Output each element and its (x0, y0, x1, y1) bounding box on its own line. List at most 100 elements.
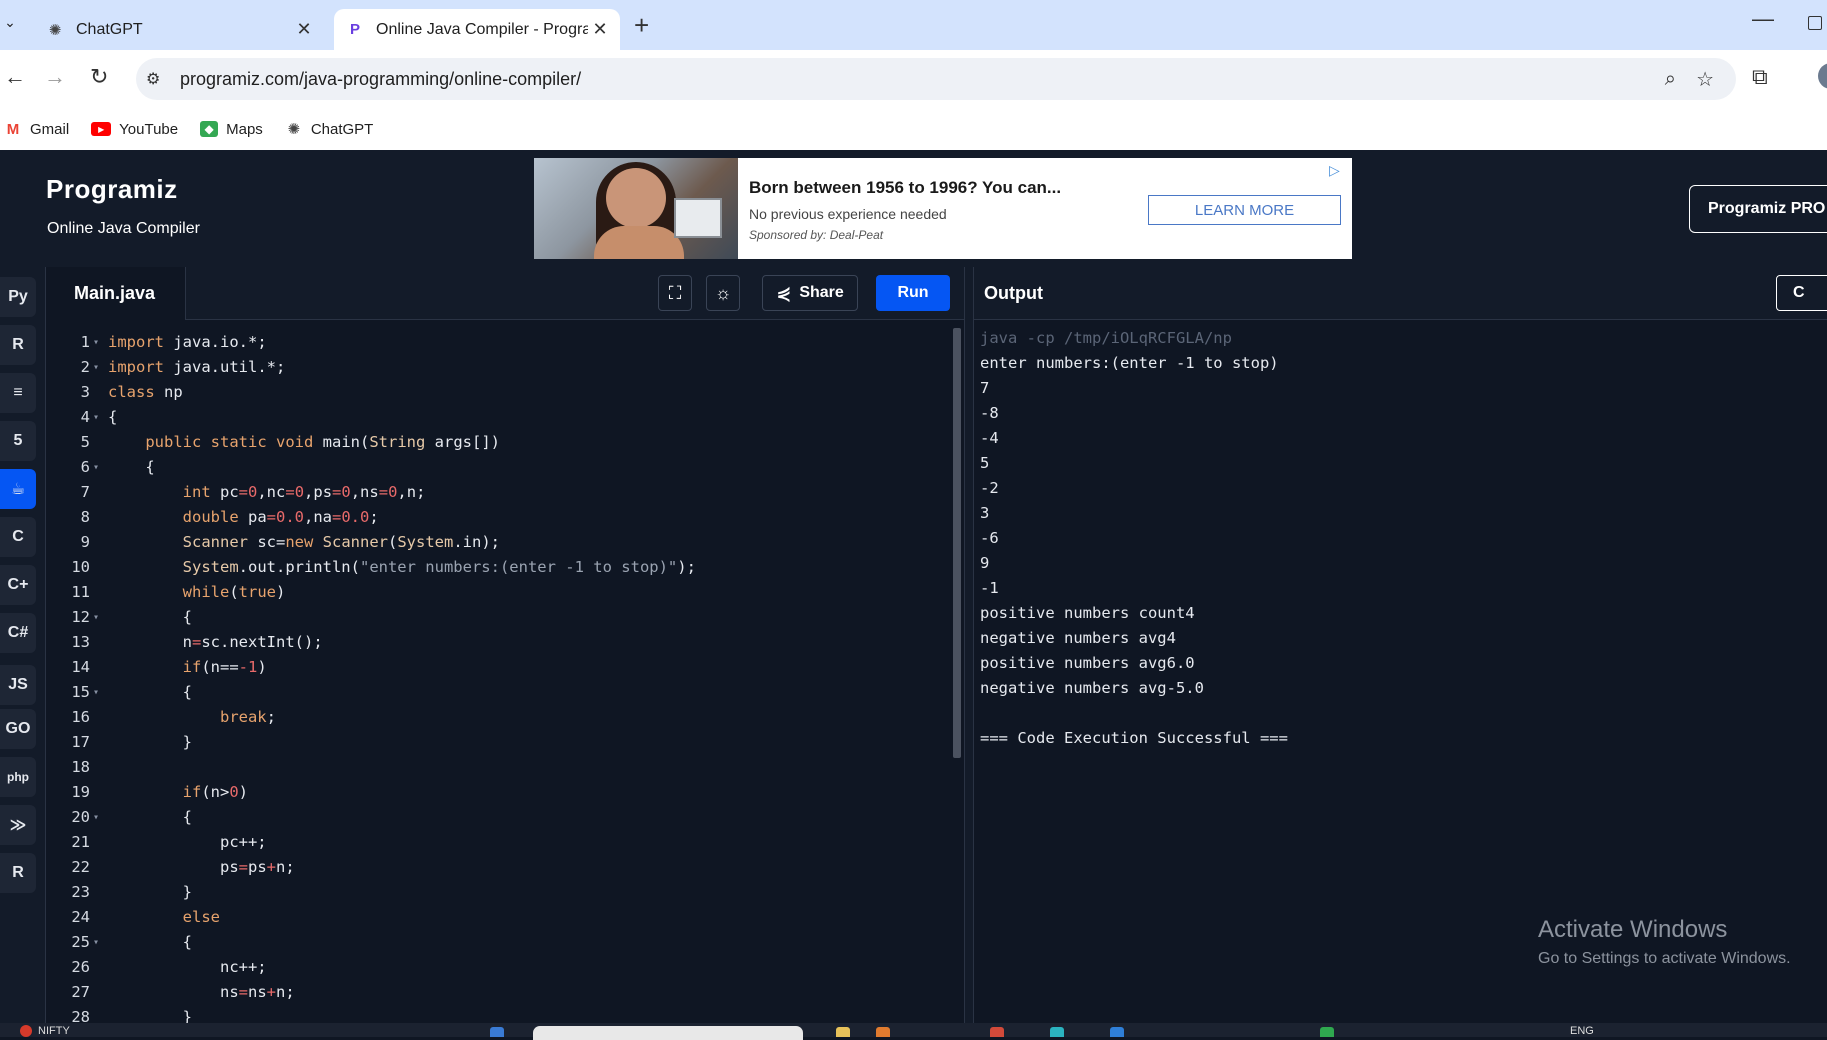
code-line[interactable]: 16 break; (46, 705, 974, 730)
code-line[interactable]: 22 ps=ps+n; (46, 855, 974, 880)
language-sql-icon[interactable]: ≡ (0, 373, 36, 413)
code-editor[interactable]: 1 ▾ import java.io.*; 2 ▾ import java.util.*;… (46, 320, 974, 1023)
code-line[interactable]: 2 ▾ import java.util.*; (46, 355, 974, 380)
taskbar-app-icon[interactable] (1320, 1027, 1334, 1037)
language-python-icon[interactable]: Py (0, 277, 36, 317)
ad-title[interactable]: Born between 1956 to 1996? You can... (749, 178, 1061, 198)
code-line[interactable]: 1 ▾ import java.io.*; (46, 330, 974, 355)
programiz-pro-button[interactable]: Programiz PRO (1689, 185, 1827, 233)
code-line[interactable]: 19 if(n>0) (46, 780, 974, 805)
code-line[interactable]: 18 (46, 755, 974, 780)
language-r-icon[interactable]: R (0, 325, 36, 365)
taskbar-search-box[interactable] (533, 1026, 803, 1040)
code-line[interactable]: 9 Scanner sc=new Scanner(System.in); (46, 530, 974, 555)
code-line[interactable]: 26 nc++; (46, 955, 974, 980)
code-line[interactable]: 23 } (46, 880, 974, 905)
bookmark-star-icon[interactable]: ☆ (1696, 67, 1714, 92)
language-go-icon[interactable]: GO (0, 709, 36, 749)
browser-tab-chatgpt[interactable]: ✺ ChatGPT ✕ (34, 9, 324, 50)
language-java-icon[interactable]: ☕ (0, 469, 36, 509)
reload-icon[interactable]: ↻ (90, 64, 108, 90)
bookmark-chatgpt[interactable]: ✺ ChatGPT (285, 121, 374, 139)
minimize-window-icon[interactable]: — (1752, 6, 1774, 32)
line-number: 25 (71, 933, 90, 951)
browser-tab-programiz[interactable]: P Online Java Compiler - Program ✕ (334, 9, 620, 50)
taskbar-app-icon[interactable] (1110, 1027, 1124, 1037)
code-line[interactable]: 11 while(true) (46, 580, 974, 605)
fold-chevron-icon[interactable]: ▾ (93, 355, 99, 380)
code-line[interactable]: 17 } (46, 730, 974, 755)
fold-chevron-icon[interactable]: ▾ (93, 805, 99, 830)
code-line[interactable]: 8 double pa=0.0,na=0.0; (46, 505, 974, 530)
code-line[interactable]: 21 pc++; (46, 830, 974, 855)
bookmark-youtube[interactable]: ▶ YouTube (91, 121, 178, 138)
fold-chevron-icon[interactable]: ▾ (93, 330, 99, 355)
profile-avatar[interactable] (1818, 63, 1827, 89)
zoom-icon[interactable]: ⌕ (1665, 68, 1676, 91)
taskbar-app-icon[interactable] (876, 1027, 890, 1037)
code-line[interactable]: 13 n=sc.nextInt(); (46, 630, 974, 655)
maximize-window-icon[interactable] (1808, 16, 1822, 30)
bookmark-maps[interactable]: ◆ Maps (200, 121, 263, 138)
adchoices-icon[interactable]: ▷ (1329, 162, 1340, 179)
fold-chevron-icon[interactable]: ▾ (93, 930, 99, 955)
language-indicator[interactable]: ENG (1570, 1025, 1594, 1037)
language-swift-icon[interactable]: ≫ (0, 805, 36, 845)
url-text[interactable]: programiz.com/java-programming/online-co… (180, 69, 581, 90)
code-line[interactable]: 20 ▾ { (46, 805, 974, 830)
share-button[interactable]: ⋞ Share (762, 275, 858, 311)
extensions-icon[interactable]: ⧉ (1752, 64, 1768, 90)
language-rust-icon[interactable]: R (0, 853, 36, 893)
clear-button[interactable]: C (1776, 275, 1827, 311)
programiz-logo[interactable]: Programiz (46, 174, 178, 205)
code-line[interactable]: 6 ▾ { (46, 455, 974, 480)
fold-chevron-icon[interactable]: ▾ (93, 605, 99, 630)
code-line[interactable]: 24 else (46, 905, 974, 930)
edge-icon[interactable] (1050, 1027, 1064, 1037)
fold-chevron-icon[interactable]: ▾ (93, 405, 99, 430)
code-line[interactable]: 14 if(n==-1) (46, 655, 974, 680)
language-php-icon[interactable]: php (0, 757, 36, 797)
taskbar-news-widget[interactable]: NIFTY (20, 1025, 70, 1037)
chrome-icon[interactable] (990, 1027, 1004, 1037)
run-button[interactable]: Run (876, 275, 950, 311)
forward-arrow-icon[interactable]: → (44, 64, 66, 90)
code-line[interactable]: 7 int pc=0,nc=0,ps=0,ns=0,n; (46, 480, 974, 505)
code-line[interactable]: 27 ns=ns+n; (46, 980, 974, 1005)
code-line[interactable]: 10 System.out.println("enter numbers:(en… (46, 555, 974, 580)
editor-scrollbar[interactable] (953, 328, 961, 758)
code-line[interactable]: 12 ▾ { (46, 605, 974, 630)
close-tab-icon[interactable]: ✕ (588, 19, 612, 40)
file-tab-main-java[interactable]: Main.java (46, 267, 186, 320)
fold-chevron-icon[interactable]: ▾ (93, 455, 99, 480)
fold-chevron-icon[interactable]: ▾ (93, 680, 99, 705)
fullscreen-icon[interactable]: ⛶ (658, 275, 692, 311)
close-tab-icon[interactable]: ✕ (292, 19, 316, 40)
file-explorer-icon[interactable] (836, 1027, 850, 1037)
code-line[interactable]: 5 public static void main(String args[]) (46, 430, 974, 455)
start-icon[interactable] (490, 1027, 504, 1037)
back-arrow-icon[interactable]: ← (4, 64, 26, 90)
advertisement-banner[interactable]: Born between 1956 to 1996? You can... No… (534, 158, 1352, 259)
output-command-line: java -cp /tmp/iOLqRCFGLA/np (980, 329, 1232, 347)
code-line[interactable]: 3 class np (46, 380, 974, 405)
ad-learn-more-button[interactable]: LEARN MORE (1148, 195, 1341, 225)
theme-toggle-sun-icon[interactable]: ☼ (706, 275, 740, 311)
language-csharp-icon[interactable]: C# (0, 613, 36, 653)
language-html-icon[interactable]: 5 (0, 421, 36, 461)
bookmark-gmail[interactable]: M Gmail (4, 121, 69, 138)
language-cpp-icon[interactable]: C+ (0, 565, 36, 605)
address-bar[interactable]: ⚙ programiz.com/java-programming/online-… (136, 58, 1736, 100)
code-text: double pa=0.0,na=0.0; (182, 508, 379, 526)
new-tab-plus-icon[interactable]: + (634, 10, 649, 41)
youtube-icon: ▶ (91, 122, 112, 136)
site-info-icon[interactable]: ⚙ (146, 69, 176, 89)
code-line[interactable]: 28 } (46, 1005, 974, 1023)
code-line[interactable]: 25 ▾ { (46, 930, 974, 955)
pane-divider[interactable] (964, 267, 974, 1023)
code-line[interactable]: 4 ▾ { (46, 405, 974, 430)
language-javascript-icon[interactable]: JS (0, 665, 36, 705)
language-c-icon[interactable]: C (0, 517, 36, 557)
code-line[interactable]: 15 ▾ { (46, 680, 974, 705)
tab-search-chevron-icon[interactable]: ⌄ (0, 14, 20, 31)
